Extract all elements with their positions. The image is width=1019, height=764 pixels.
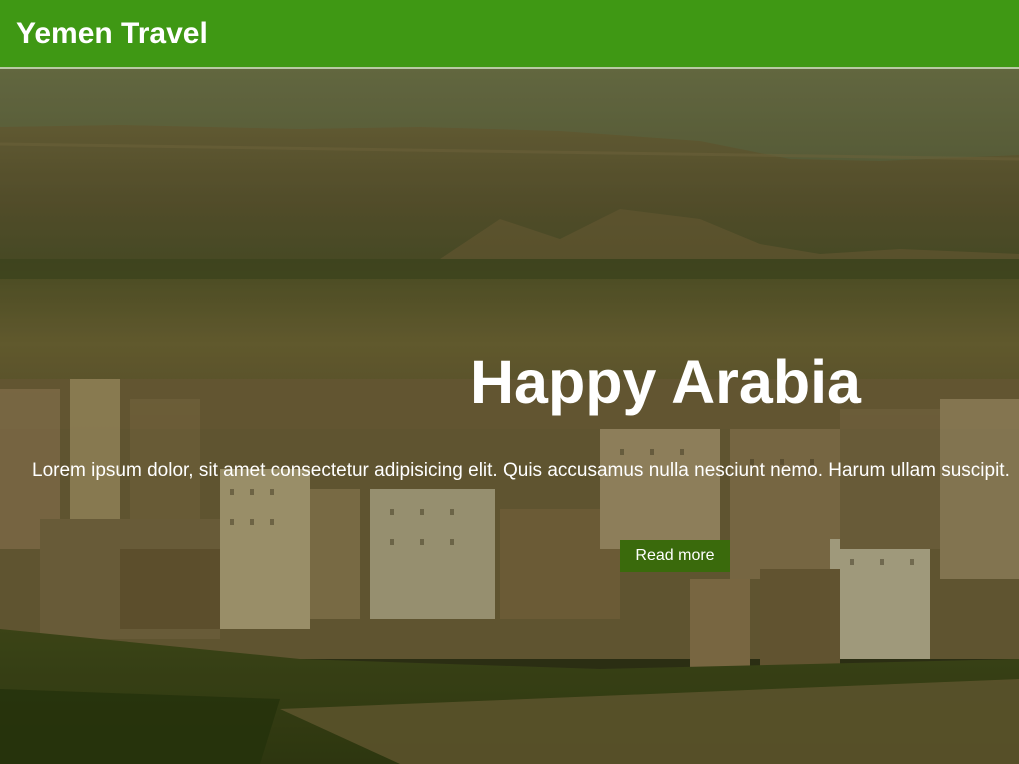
navbar: Yemen Travel	[0, 0, 1019, 69]
brand-logo-link[interactable]: Yemen Travel	[16, 16, 208, 52]
read-more-button[interactable]: Read more	[620, 540, 730, 572]
hero-description: Lorem ipsum dolor, sit amet consectetur …	[32, 460, 1010, 481]
hero-title: Happy Arabia	[470, 348, 861, 416]
hero-banner: Happy Arabia Lorem ipsum dolor, sit amet…	[0, 69, 1019, 764]
